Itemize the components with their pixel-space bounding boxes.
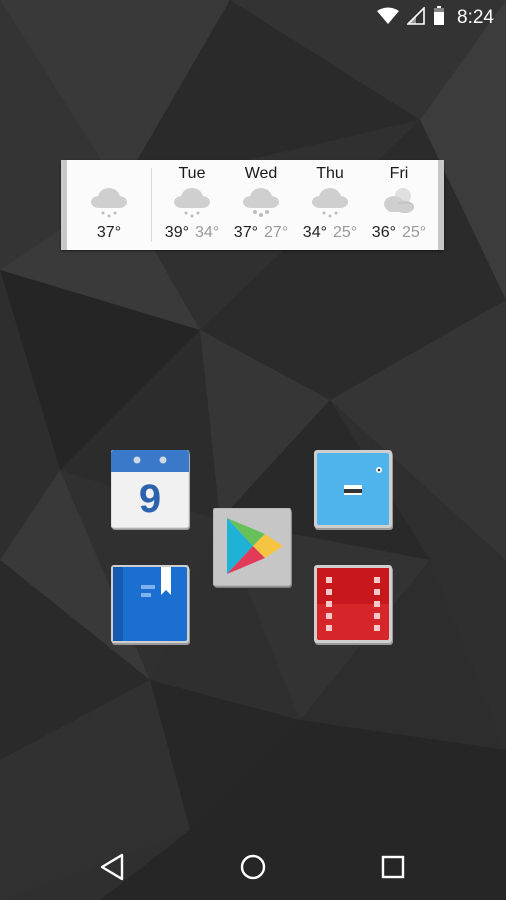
forecast-day[interactable]: Tue 39° 34° xyxy=(158,160,226,250)
recents-icon xyxy=(381,855,405,879)
wallpaper xyxy=(0,0,506,900)
books-app[interactable] xyxy=(111,565,191,645)
forecast-high: 34° xyxy=(302,224,327,241)
forecast-low: 25° xyxy=(333,224,358,241)
messenger-icon xyxy=(314,450,393,530)
weather-today[interactable]: 37° xyxy=(79,160,139,250)
snow-cloud-icon xyxy=(241,184,281,220)
clock: 8:24 xyxy=(457,7,494,28)
navigation-bar xyxy=(0,828,506,900)
calendar-icon: 9 xyxy=(111,450,190,530)
today-temp: 37° xyxy=(96,224,122,241)
forecast-low: 25° xyxy=(402,224,427,241)
calendar-day: 9 xyxy=(139,477,161,521)
home-icon xyxy=(240,854,266,880)
forecast-high: 39° xyxy=(164,224,189,241)
weather-widget[interactable]: 37° Tue 39° 34° Wed 37° 27° Thu 34° 25° … xyxy=(61,160,444,250)
widget-right-edge xyxy=(438,160,444,250)
forecast-day[interactable]: Thu 34° 25° xyxy=(296,160,364,250)
forecast-day[interactable]: Fri 36° 25° xyxy=(365,160,433,250)
recents-button[interactable] xyxy=(376,850,410,884)
signal-icon xyxy=(406,5,425,30)
snow-cloud-icon xyxy=(310,184,350,220)
forecast-day-label: Fri xyxy=(389,165,409,182)
wifi-icon xyxy=(377,7,400,30)
snow-cloud-icon xyxy=(89,184,129,220)
forecast-day-label: Thu xyxy=(316,165,344,182)
messenger-app[interactable] xyxy=(314,450,394,530)
weather-divider xyxy=(151,168,152,242)
forecast-low: 34° xyxy=(195,224,220,241)
forecast-low: 27° xyxy=(264,224,289,241)
home-button[interactable] xyxy=(236,850,270,884)
forecast-high: 36° xyxy=(371,224,396,241)
partly-cloudy-icon xyxy=(379,184,419,220)
forecast-day[interactable]: Wed 37° 27° xyxy=(227,160,295,250)
back-icon xyxy=(100,853,124,881)
status-bar: 8:24 xyxy=(0,0,506,36)
play-store-icon xyxy=(213,508,292,588)
snow-cloud-icon xyxy=(172,184,212,220)
books-icon xyxy=(111,565,190,645)
play-store-app[interactable] xyxy=(213,508,293,588)
movies-app[interactable] xyxy=(314,565,394,645)
forecast-day-label: Tue xyxy=(178,165,206,182)
calendar-app[interactable]: 9 xyxy=(111,450,191,530)
forecast-day-label: Wed xyxy=(244,165,278,182)
widget-left-edge xyxy=(61,160,67,250)
movies-icon xyxy=(314,565,393,645)
battery-icon xyxy=(433,5,445,31)
forecast-high: 37° xyxy=(233,224,258,241)
back-button[interactable] xyxy=(96,850,130,884)
